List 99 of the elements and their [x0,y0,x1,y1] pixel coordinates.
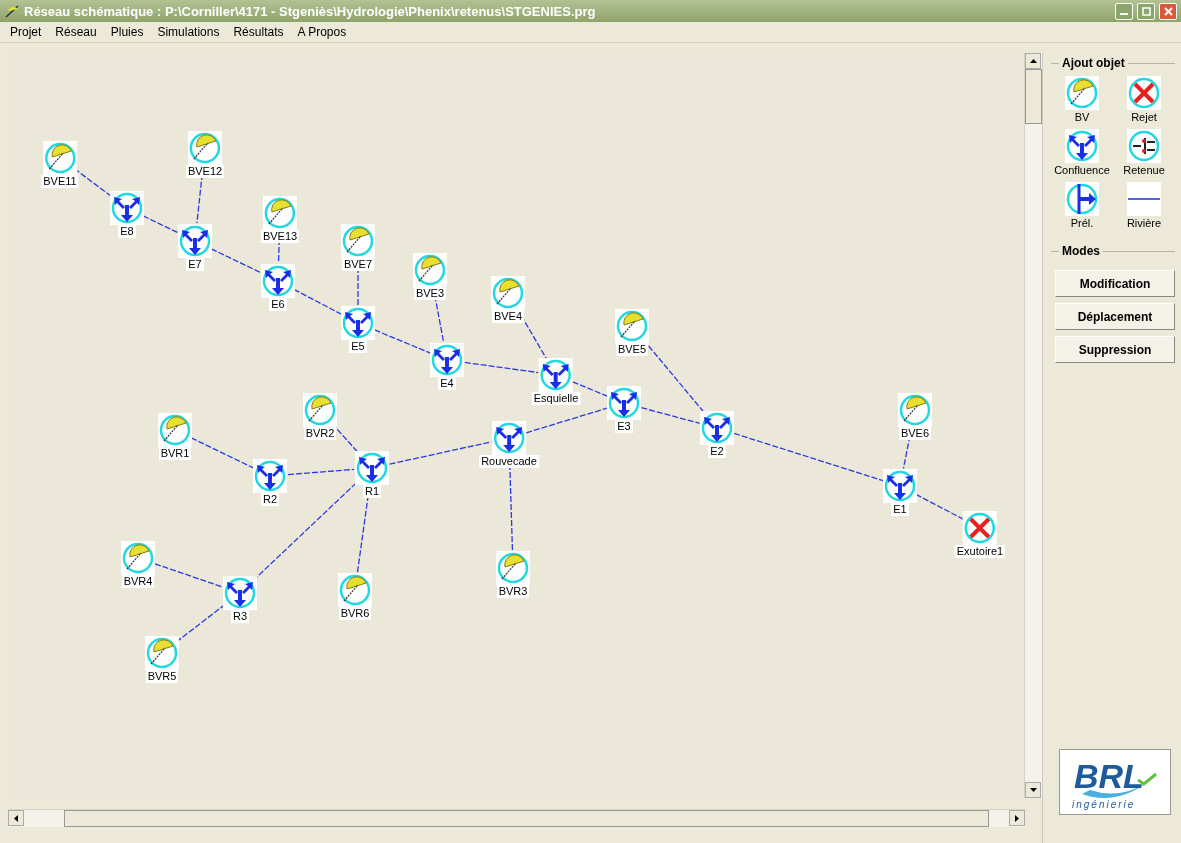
node-label: E3 [615,420,633,433]
scrollbar-thumb[interactable] [1025,69,1042,124]
umbrella-icon [615,309,649,343]
umbrella-icon [338,573,372,607]
node-label: E4 [438,377,456,390]
mode-button[interactable]: Déplacement [1055,303,1175,330]
umbrella-icon [1065,76,1099,110]
umbrella-icon [341,224,375,258]
confluence-icon [341,306,375,340]
node-label: E1 [891,503,909,516]
confluence-icon [883,469,917,503]
minimize-button[interactable] [1115,2,1133,20]
palette-label[interactable]: BV [1074,111,1090,123]
withdrawal-icon [1065,182,1099,216]
umbrella-icon [303,393,337,427]
node-label: BVE11 [41,175,79,188]
node-label: BVR3 [496,585,530,598]
connector-line [142,215,180,234]
close-icon [1163,6,1173,16]
maximize-icon [1141,6,1151,16]
node-label: E2 [708,445,726,458]
umbrella-icon [263,196,297,230]
dam-icon [1127,129,1161,163]
confluence-icon [607,386,641,420]
cross-icon [963,511,997,545]
node-label: E7 [186,258,204,271]
connector-line [915,493,965,521]
node-label: BVE6 [898,427,932,440]
app-icon [4,3,20,19]
node-label: BVE3 [413,287,447,300]
mode-button[interactable]: Suppression [1055,336,1175,363]
company-logo: BRL ingénierie [1059,749,1171,815]
umbrella-icon [188,131,222,165]
umbrella-icon [413,253,447,287]
vertical-scrollbar[interactable] [1024,53,1042,798]
confluence-icon [355,451,389,485]
palette-label[interactable]: Rivière [1126,217,1162,229]
node-label: Exutoire1 [954,545,1006,558]
node-label: R1 [362,485,382,498]
close-button[interactable] [1159,2,1177,20]
palette-label[interactable]: Retenue [1123,164,1165,176]
confluence-icon [539,358,573,392]
mode-button[interactable]: Modification [1055,270,1175,297]
up-arrow-icon [1029,59,1037,63]
window-title: Réseau schématique : P:\Corniller\4171 - Stgeniès\Hydrologie\Phenix\retenus\STGENIES.prg [24,3,597,19]
confluence-icon [253,459,287,493]
confluence-icon [178,224,212,258]
confluence-icon [261,264,295,298]
node-label: BVR5 [145,670,179,683]
menu-item[interactable]: A Propos [297,25,347,39]
node-label: BVR1 [158,447,192,460]
node-label: R2 [260,493,280,506]
node-label: R3 [230,610,250,623]
down-arrow-icon [1029,788,1037,792]
umbrella-icon [158,413,192,447]
palette-label[interactable]: Confluence [1054,164,1110,176]
menu-item[interactable]: Résultats [233,25,284,39]
node-label: BVE5 [615,343,649,356]
confluence-icon [492,421,526,455]
node-label: E8 [118,225,136,238]
connector-line [210,248,263,274]
left-arrow-icon [14,814,18,822]
umbrella-icon [496,551,530,585]
umbrella-icon [491,276,525,310]
palette-label[interactable]: Rejet [1131,111,1157,123]
node-label: BVR6 [338,607,372,620]
node-label: BVR4 [121,575,155,588]
umbrella-icon [121,541,155,575]
node-label: E5 [349,340,367,353]
right-arrow-icon [1015,814,1019,822]
confluence-icon [110,191,144,225]
connector-line [190,437,255,469]
confluence-icon [1065,129,1099,163]
menu-item[interactable]: Réseau [55,25,97,39]
cross-icon [1127,76,1161,110]
confluence-icon [700,411,734,445]
node-label: E6 [269,298,287,311]
node-label: BVE12 [185,165,225,178]
node-label: Esquielle [531,392,581,405]
umbrella-icon [43,141,77,175]
group-title: Ajout objet [1059,56,1128,70]
palette-label[interactable]: Prél. [1070,217,1094,229]
node-label: Rouvecade [479,455,539,468]
node-label: BVE7 [341,258,375,271]
node-label: BVR2 [303,427,337,440]
node-label: BVE13 [260,230,300,243]
menu-item[interactable]: Pluies [110,25,144,39]
menu-item[interactable]: Simulations [157,25,220,39]
maximize-button[interactable] [1137,2,1155,20]
connector-line [154,563,224,588]
group-title: Modes [1059,244,1103,258]
menu-item[interactable]: Projet [10,25,42,39]
connector-line [287,468,355,476]
confluence-icon [223,576,257,610]
connector-line [293,288,343,316]
node-label: BVE4 [491,310,525,323]
confluence-icon [430,343,464,377]
umbrella-icon [898,393,932,427]
umbrella-icon [145,636,179,670]
